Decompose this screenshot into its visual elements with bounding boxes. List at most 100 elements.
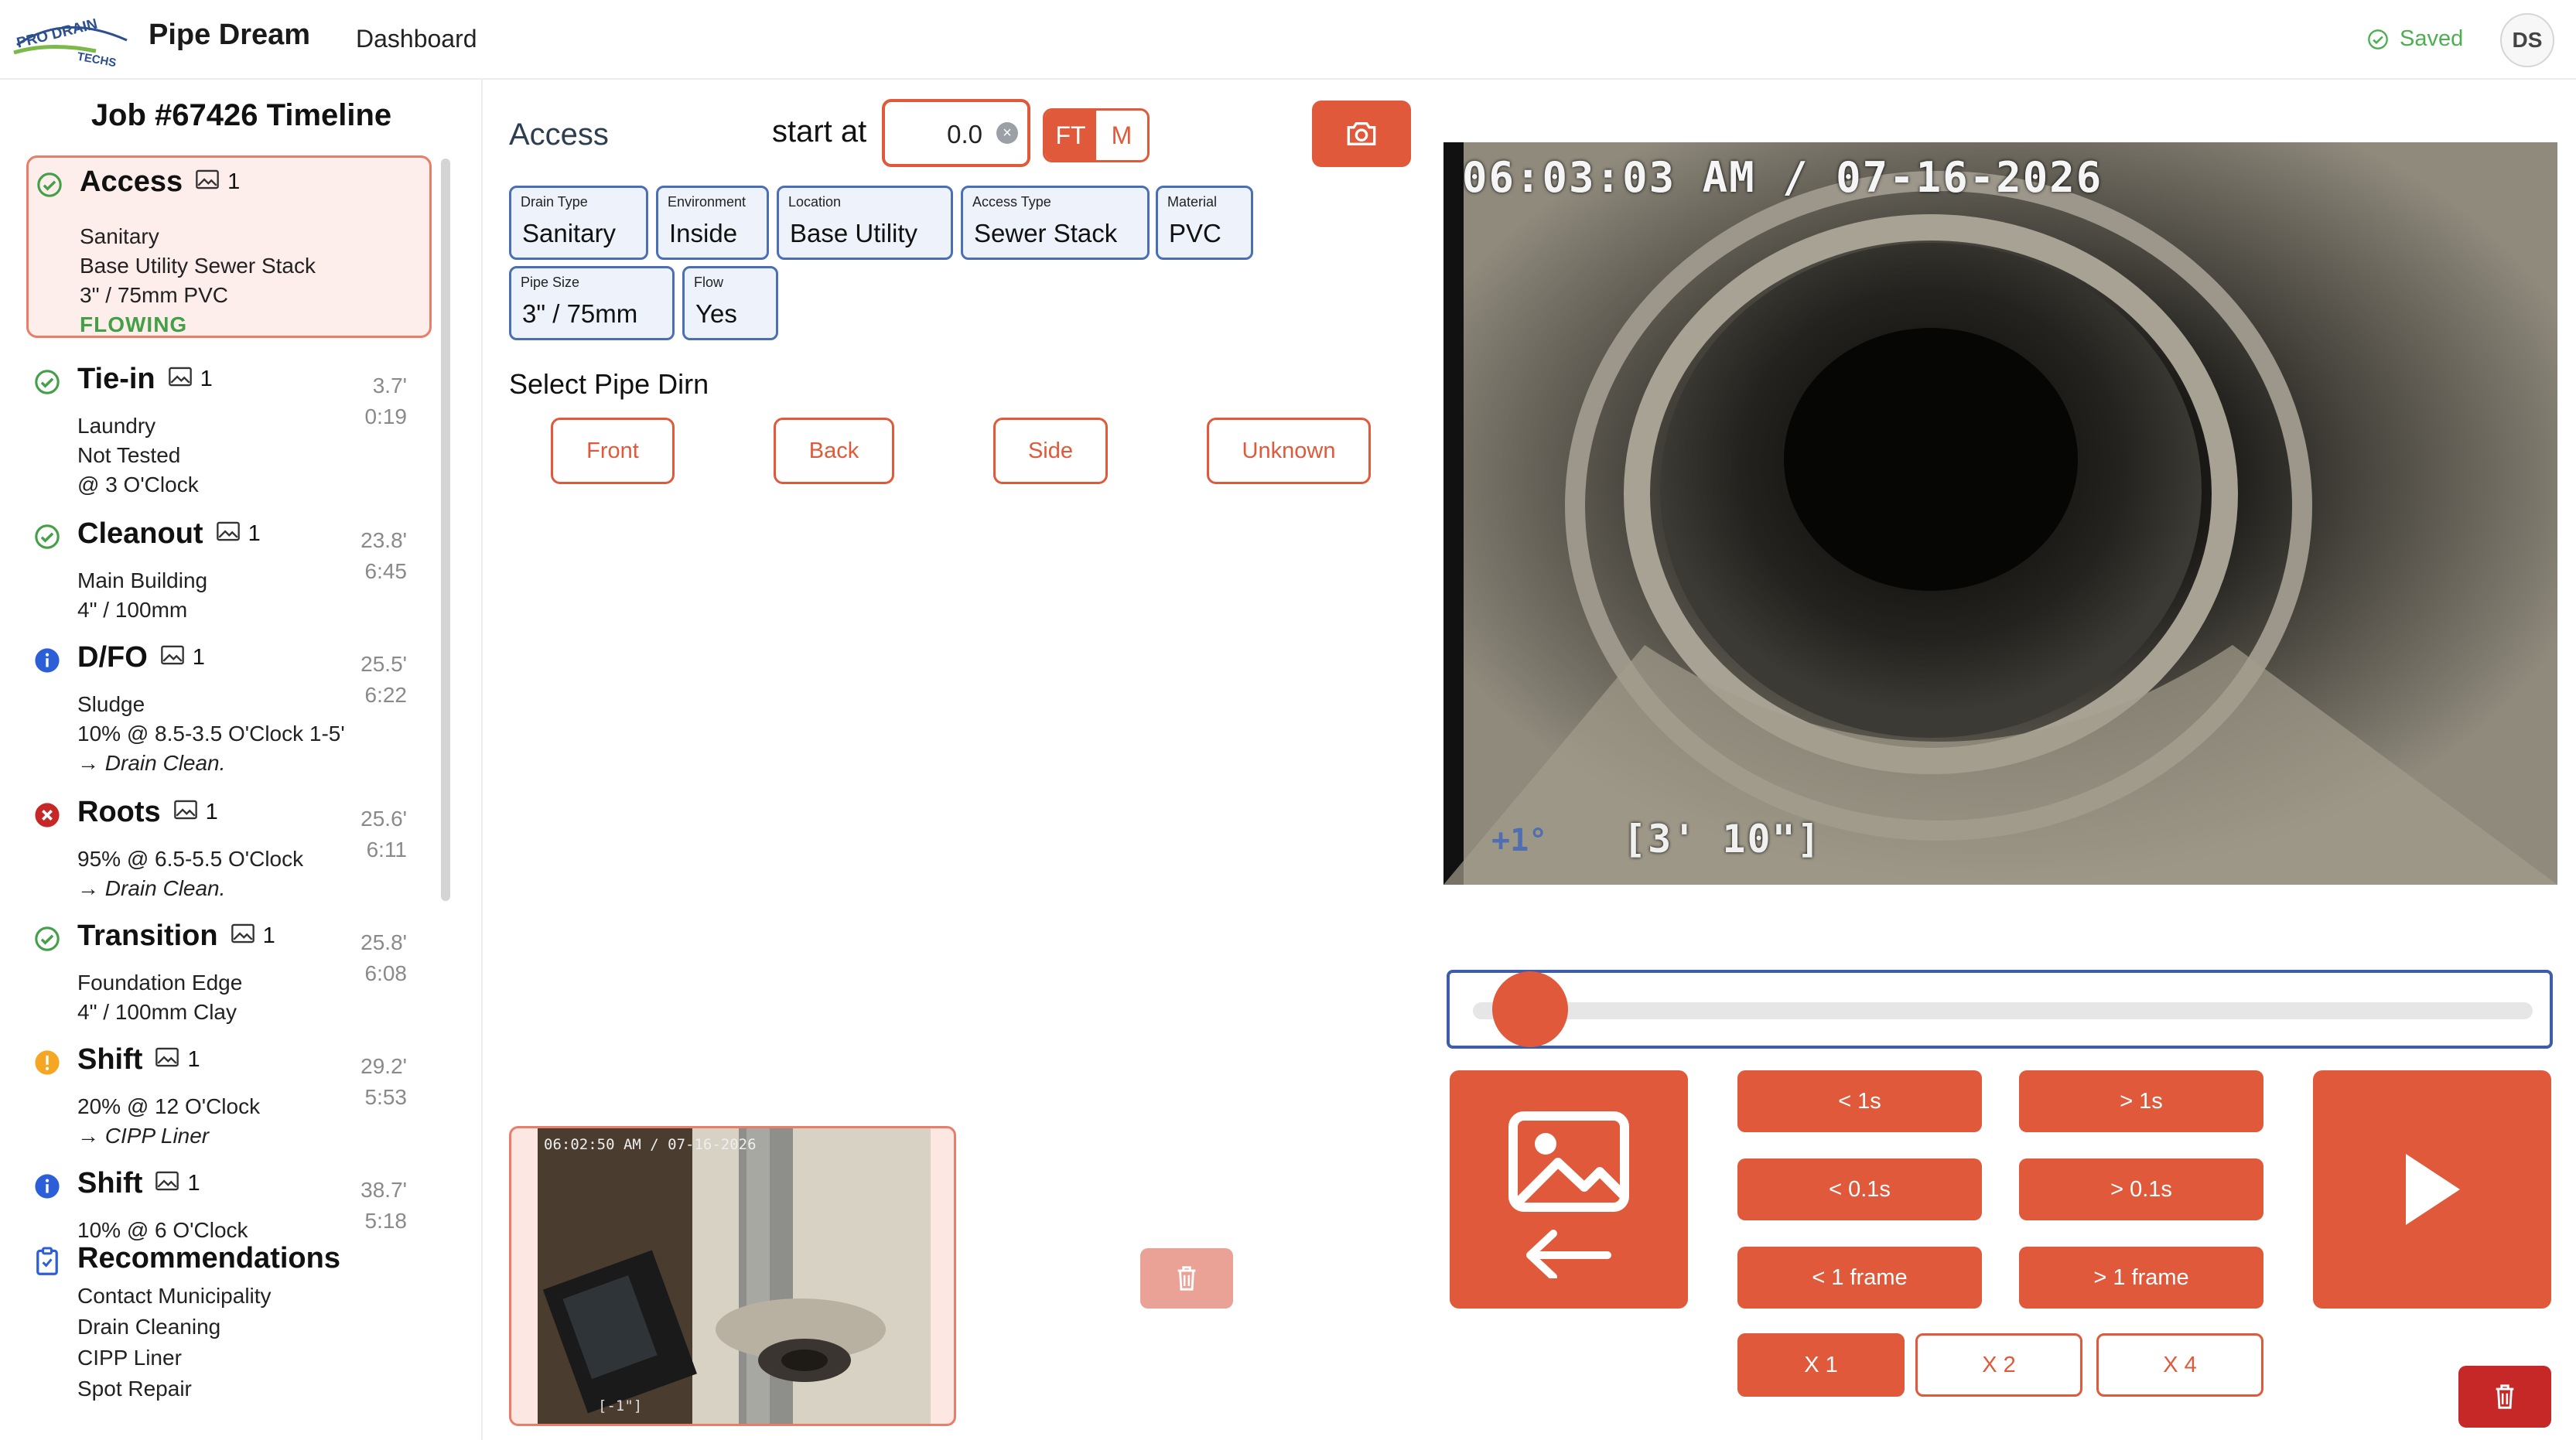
event-detail: Sludge [77, 692, 145, 716]
timeline-event[interactable]: Access 1 Sanitary Base Utility Sewer Stack 3… [26, 155, 432, 338]
event-header: Access 1 [80, 165, 240, 199]
timeline-event[interactable]: Roots 1 95% @ 6.5-5.5 O'Clock → Drain Clean… [26, 788, 432, 904]
check-circle-icon [2368, 29, 2388, 49]
snapshot-footage: [-1"] [598, 1397, 643, 1414]
image-icon [168, 367, 193, 393]
unit-ft-button[interactable]: FT [1045, 111, 1096, 160]
set-snapshot-button[interactable] [1450, 1070, 1688, 1309]
snapshot-timestamp: 06:02:50 AM / 07-16-2026 [544, 1136, 757, 1153]
speed-x2-button[interactable]: X 2 [1915, 1333, 2082, 1397]
timeline-event[interactable]: Transition 1 Foundation Edge 4" / 100mm Cla… [26, 912, 432, 1028]
attribute-value: Sewer Stack [974, 219, 1118, 247]
capture-photo-button[interactable] [1312, 101, 1411, 167]
timeline-event[interactable]: Cleanout 1 Main Building 4" / 100mm 23.8' 6:4… [26, 510, 432, 626]
nav-dashboard-link[interactable]: Dashboard [356, 25, 477, 53]
back-frame-button[interactable]: < 1 frame [1737, 1247, 1982, 1309]
event-time: 0:19 [364, 404, 408, 428]
attribute-chip[interactable]: Flow Yes [682, 266, 778, 340]
info-circle-icon [34, 1173, 60, 1199]
event-distance: 25.8' [360, 930, 407, 954]
start-at-label: start at [772, 114, 867, 148]
event-detail: → CIPP Liner [77, 1124, 210, 1148]
back-1s-button[interactable]: < 1s [1737, 1070, 1982, 1132]
photo-count-value: 1 [227, 169, 241, 194]
attribute-key: Drain Type [521, 194, 588, 210]
inspection-video[interactable]: 06:03:03 AM / 07-16-2026 +1° [3' 10"] [1443, 142, 2557, 885]
event-detail: 95% @ 6.5-5.5 O'Clock [77, 847, 304, 871]
pro-drain-techs-logo[interactable]: PRO DRAIN TECHS [11, 11, 133, 70]
attribute-value: Inside [669, 219, 738, 247]
attribute-chip[interactable]: Drain Type Sanitary [509, 186, 648, 260]
clipboard-icon [36, 1247, 58, 1275]
forward-0.1s-button[interactable]: > 0.1s [2019, 1158, 2263, 1220]
direction-unknown-button[interactable]: Unknown [1207, 418, 1371, 484]
timeline-event[interactable]: D/FO 1 Sludge 10% @ 8.5-3.5 O'Clock 1-5' → D… [26, 633, 432, 780]
direction-front-button[interactable]: Front [551, 418, 675, 484]
attribute-value: Sanitary [522, 219, 617, 247]
event-position: 23.8' 6:45 [360, 525, 407, 587]
attribute-chip[interactable]: Pipe Size 3" / 75mm [509, 266, 675, 340]
event-time: 6:22 [364, 683, 408, 707]
back-0.1s-button[interactable]: < 0.1s [1737, 1158, 1982, 1220]
delete-snapshot-button[interactable] [1140, 1248, 1233, 1309]
timeline-event[interactable]: Shift 1 10% @ 6 O'Clock 38.7' 5:18 [26, 1159, 432, 1252]
photo-count-value: 1 [205, 800, 218, 824]
attribute-chip[interactable]: Material PVC [1156, 186, 1253, 260]
check-circle-icon [34, 369, 60, 395]
event-name: Cleanout [77, 517, 203, 550]
timeline-event[interactable]: Shift 1 20% @ 12 O'Clock → CIPP Liner 29.2' 5… [26, 1036, 432, 1152]
event-header: D/FO 1 [77, 641, 205, 674]
direction-side-button[interactable]: Side [993, 418, 1108, 484]
photo-count: 1 [173, 800, 218, 826]
snapshot-image: 06:02:50 AM / 07-16-2026 [-1"] [538, 1128, 931, 1424]
attribute-chip[interactable]: Location Base Utility [777, 186, 953, 260]
speed-x4-button[interactable]: X 4 [2096, 1333, 2263, 1397]
forward-1s-button[interactable]: > 1s [2019, 1070, 2263, 1132]
attribute-chip[interactable]: Environment Inside [656, 186, 769, 260]
photo-count: 1 [216, 521, 261, 548]
event-position: 25.6' 6:11 [360, 804, 407, 865]
event-snapshot-thumbnail[interactable]: 06:02:50 AM / 07-16-2026 [-1"] [509, 1126, 956, 1426]
event-name: Access [80, 165, 183, 198]
trash-icon [2496, 1384, 2514, 1409]
event-position: 3.7' 0:19 [365, 370, 408, 432]
save-status-label: Saved [2400, 26, 2464, 51]
flow-status: FLOWING [80, 312, 188, 336]
info-circle-icon [34, 647, 60, 674]
event-detail: 10% @ 8.5-3.5 O'Clock 1-5' [77, 722, 345, 746]
attribute-chip[interactable]: Access Type Sewer Stack [961, 186, 1150, 260]
timeline-event[interactable]: Tie-in 1 Laundry Not Tested @ 3 O'Clock 3.7' 0… [26, 355, 432, 502]
pipe-direction-label: Select Pipe Dirn [509, 368, 709, 400]
image-icon [231, 923, 255, 950]
photo-count-value: 1 [187, 1171, 200, 1196]
clear-icon[interactable]: × [996, 122, 1018, 144]
event-detail: 4" / 100mm Clay [77, 1000, 237, 1024]
delete-event-button[interactable] [2458, 1366, 2551, 1428]
speed-x1-button[interactable]: X 1 [1737, 1333, 1905, 1397]
event-header: Transition 1 [77, 920, 275, 953]
timeline-scrollbar[interactable] [441, 159, 450, 901]
image-icon [160, 645, 185, 671]
video-scrubber[interactable] [1447, 970, 2553, 1049]
image-icon [155, 1171, 179, 1197]
event-time: 6:11 [366, 838, 407, 862]
unit-m-button[interactable]: M [1096, 111, 1147, 160]
event-position: 29.2' 5:53 [360, 1051, 407, 1113]
forward-frame-button[interactable]: > 1 frame [2019, 1247, 2263, 1309]
photo-count-value: 1 [200, 367, 213, 391]
recommendations-title[interactable]: Recommendations [77, 1242, 340, 1275]
svg-text:TECHS: TECHS [76, 50, 117, 67]
play-button[interactable] [2313, 1070, 2551, 1309]
direction-back-button[interactable]: Back [774, 418, 894, 484]
start-at-value[interactable]: 0.0 [905, 120, 982, 149]
user-avatar[interactable]: DS [2500, 13, 2554, 67]
attribute-key: Flow [694, 275, 724, 290]
recommendation-item: Spot Repair [77, 1377, 192, 1401]
attribute-key: Material [1167, 194, 1218, 210]
scrubber-track[interactable] [1473, 1002, 2533, 1019]
video-tilt: +1° [1491, 823, 1548, 858]
event-editor-title: Access [509, 118, 609, 152]
event-time: 5:53 [364, 1085, 408, 1109]
event-distance: 38.7' [360, 1178, 407, 1202]
scrubber-handle[interactable] [1492, 971, 1568, 1047]
